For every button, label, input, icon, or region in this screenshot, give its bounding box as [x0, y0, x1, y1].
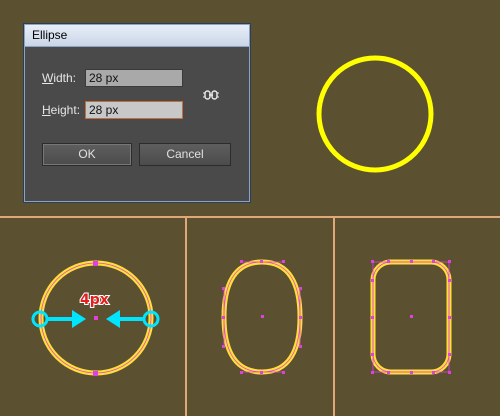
height-label-text: eight:: [50, 103, 81, 117]
width-label-text: idth:: [53, 71, 77, 85]
dialog-titlebar[interactable]: Ellipse: [25, 25, 249, 47]
panel-3-rounded-rectangle: [370, 259, 452, 375]
height-input[interactable]: [85, 101, 183, 119]
panel-divider-horizontal: [0, 216, 500, 218]
panel-divider-vertical-1: [185, 218, 187, 416]
width-input[interactable]: [85, 69, 183, 87]
ellipse-dialog: Ellipse Width: Height: OK Cancel: [24, 24, 250, 202]
height-label-hotkey: H: [42, 103, 51, 117]
width-label: Width:: [42, 71, 76, 85]
offset-annotation: 4px: [80, 292, 109, 308]
panel-divider-vertical-2: [333, 218, 335, 416]
height-label: Height:: [42, 103, 80, 117]
panel-2-rounded-oval: [221, 259, 303, 375]
cancel-button[interactable]: Cancel: [139, 143, 231, 166]
link-icon[interactable]: [203, 87, 219, 103]
dialog-title: Ellipse: [32, 28, 68, 42]
yellow-circle[interactable]: [316, 55, 434, 173]
ok-button[interactable]: OK: [42, 143, 132, 166]
width-label-hotkey: W: [42, 71, 54, 85]
panel-1-circle-offset: 4px: [31, 260, 160, 376]
